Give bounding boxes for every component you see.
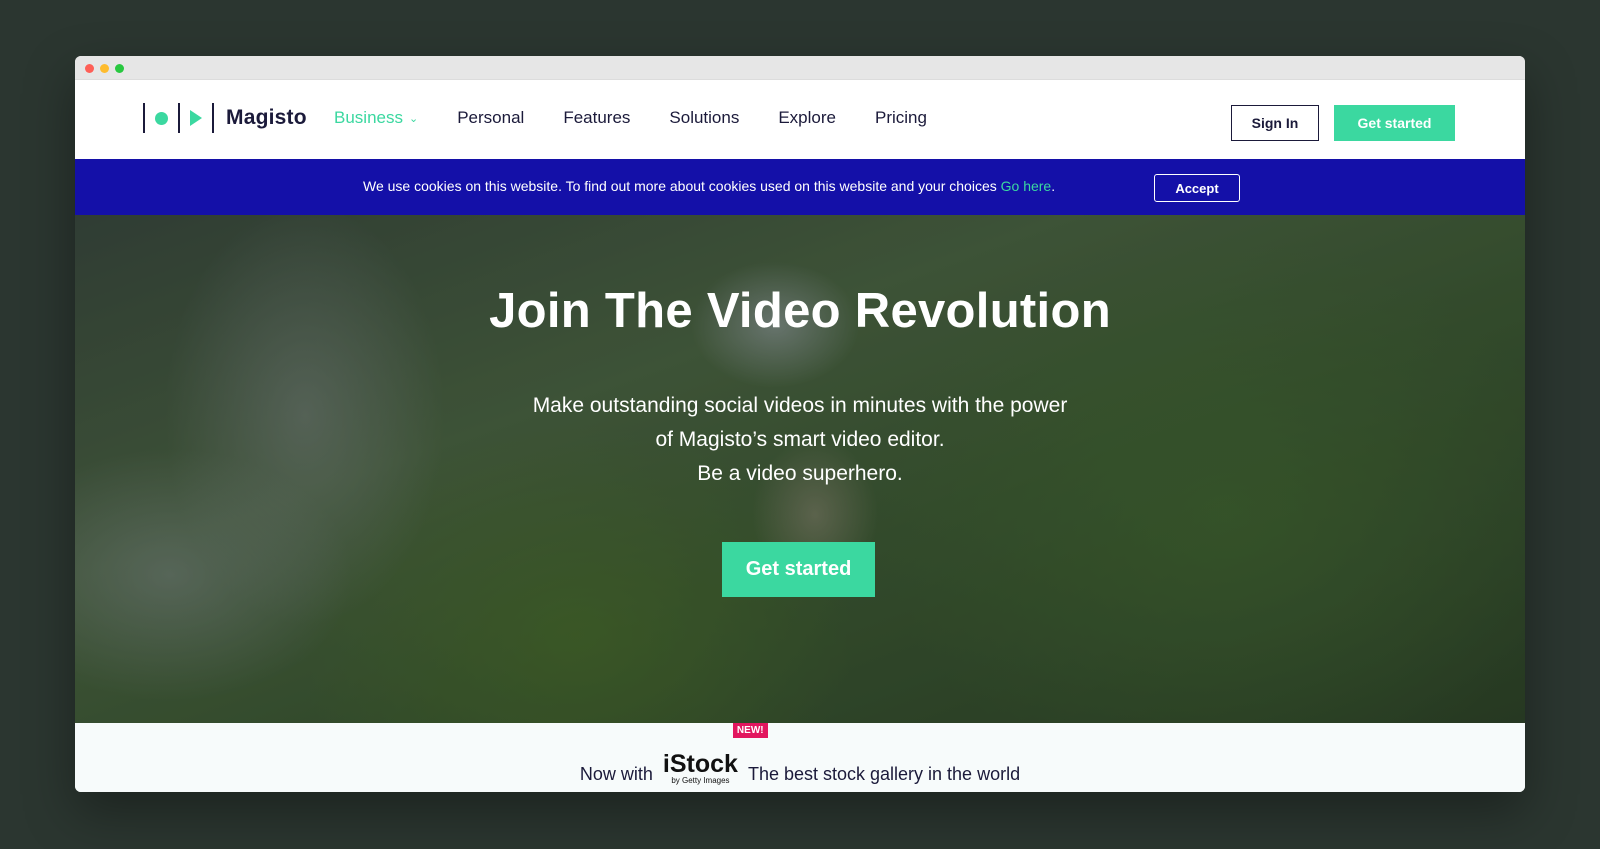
nav-business[interactable]: Business ⌄ bbox=[334, 108, 418, 128]
chevron-down-icon: ⌄ bbox=[408, 112, 419, 125]
nav-pricing[interactable]: Pricing bbox=[875, 108, 927, 128]
cookie-go-here-link[interactable]: Go here bbox=[1001, 178, 1052, 194]
cookie-message-text: We use cookies on this website. To find … bbox=[363, 178, 1001, 194]
new-badge: NEW! bbox=[732, 723, 768, 738]
browser-window: Magisto Business ⌄ Personal Features Sol… bbox=[75, 56, 1525, 792]
promo-suffix: The best stock gallery in the world bbox=[747, 764, 1021, 784]
logo-dot-icon bbox=[155, 111, 168, 125]
hero-subtitle-line: Be a video superhero. bbox=[697, 462, 903, 485]
istock-brand: iStock bbox=[662, 750, 738, 778]
hero-section: Join The Video Revolution Make outstandi… bbox=[75, 215, 1525, 723]
istock-promo-line: Now with NEW! iStock by Getty Images The… bbox=[75, 723, 1525, 785]
logo-bar-icon bbox=[178, 103, 180, 133]
hero-title: Join The Video Revolution bbox=[489, 284, 1111, 338]
minimize-window-button[interactable] bbox=[100, 64, 109, 73]
hero-subtitle-line: Make outstanding social videos in minute… bbox=[532, 394, 1068, 417]
hero-get-started-button[interactable]: Get started bbox=[722, 542, 875, 597]
cookie-accept-button[interactable]: Accept bbox=[1154, 174, 1240, 202]
cookie-message: We use cookies on this website. To find … bbox=[363, 178, 1055, 194]
nav-personal[interactable]: Personal bbox=[457, 108, 524, 128]
nav-business-label: Business bbox=[334, 108, 403, 127]
maximize-window-button[interactable] bbox=[115, 64, 124, 73]
nav-explore[interactable]: Explore bbox=[778, 108, 836, 128]
cookie-message-period: . bbox=[1051, 178, 1056, 194]
istock-logo[interactable]: NEW! iStock by Getty Images bbox=[662, 723, 768, 785]
top-navbar: Magisto Business ⌄ Personal Features Sol… bbox=[75, 80, 1525, 159]
nav-features[interactable]: Features bbox=[563, 108, 630, 128]
magisto-logo[interactable]: Magisto bbox=[143, 102, 307, 134]
window-titlebar bbox=[75, 56, 1525, 80]
logo-bar-icon bbox=[143, 103, 145, 133]
logo-bar-icon bbox=[212, 103, 214, 133]
hero-content: Join The Video Revolution Make outstandi… bbox=[75, 215, 1525, 723]
hero-subtitle-line: of Magisto’s smart video editor. bbox=[655, 428, 945, 451]
istock-promo-strip: Now with NEW! iStock by Getty Images The… bbox=[75, 723, 1525, 792]
hero-subtitle: Make outstanding social videos in minute… bbox=[75, 389, 1525, 491]
nav-solutions[interactable]: Solutions bbox=[669, 108, 739, 128]
logo-play-icon bbox=[190, 110, 202, 126]
get-started-nav-button[interactable]: Get started bbox=[1334, 105, 1455, 141]
promo-prefix: Now with bbox=[579, 764, 653, 784]
istock-brand-sub: by Getty Images bbox=[671, 776, 730, 785]
logo-text: Magisto bbox=[226, 106, 307, 129]
main-nav: Business ⌄ Personal Features Solutions E… bbox=[334, 108, 966, 128]
sign-in-button[interactable]: Sign In bbox=[1231, 105, 1319, 141]
close-window-button[interactable] bbox=[85, 64, 94, 73]
cookie-banner: We use cookies on this website. To find … bbox=[75, 159, 1525, 215]
